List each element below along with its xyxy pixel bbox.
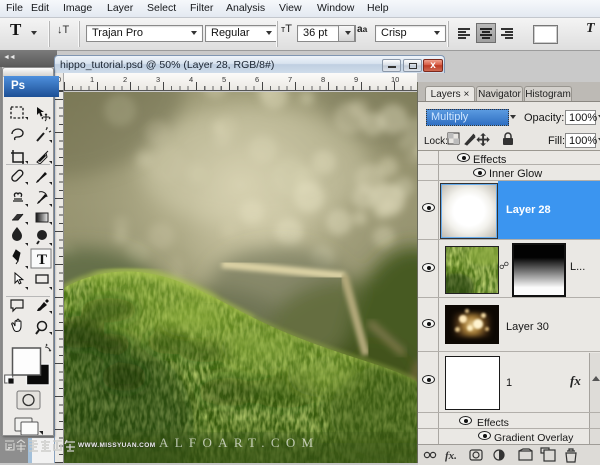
svg-text:fx.: fx. bbox=[445, 450, 457, 462]
svg-text:ALFOART.COM: ALFOART.COM bbox=[159, 435, 319, 450]
svg-text:T: T bbox=[37, 252, 47, 268]
